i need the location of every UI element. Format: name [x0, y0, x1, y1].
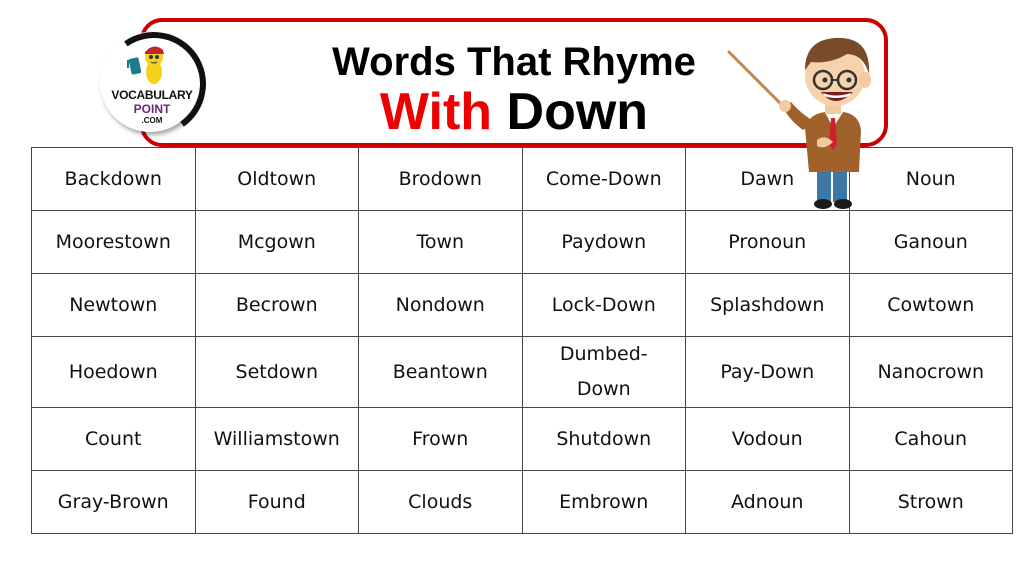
word-cell: Pronoun: [685, 210, 850, 274]
table-row: Newtown Becrown Nondown Lock-Down Splash…: [31, 273, 1013, 337]
word-cell: Count: [31, 407, 196, 471]
logo-text-com: .COM: [141, 116, 163, 125]
word-cell: Dumbed-Down: [521, 336, 686, 408]
word-cell: Backdown: [31, 147, 196, 211]
word-cell: Embrown: [521, 470, 686, 534]
word-cell: Cowtown: [848, 273, 1013, 337]
word-cell: Town: [358, 210, 523, 274]
word-cell: Oldtown: [194, 147, 359, 211]
word-cell: Shutdown: [521, 407, 686, 471]
word-cell: Lock-Down: [521, 273, 686, 337]
word-cell: Paydown: [521, 210, 686, 274]
table-row: Gray-Brown Found Clouds Embrown Adnoun S…: [31, 470, 1013, 534]
word-cell: Adnoun: [685, 470, 850, 534]
word-cell: Brodown: [358, 147, 523, 211]
word-cell: Clouds: [358, 470, 523, 534]
table-row: Moorestown Mcgown Town Paydown Pronoun G…: [31, 210, 1013, 274]
word-cell: Vodoun: [685, 407, 850, 471]
table-row: Hoedown Setdown Beantown Dumbed-Down Pay…: [31, 336, 1013, 408]
word-cell: Splashdown: [685, 273, 850, 337]
word-cell: Williamstown: [194, 407, 359, 471]
teacher-with-pointer-icon: [727, 37, 871, 209]
word-cell: Frown: [358, 407, 523, 471]
word-cell: Moorestown: [31, 210, 196, 274]
word-cell: Pay-Down: [685, 336, 850, 408]
word-cell: Beantown: [358, 336, 523, 408]
word-cell: Nondown: [358, 273, 523, 337]
logo-mascot-icon: [127, 46, 164, 84]
word-cell: Hoedown: [31, 336, 196, 408]
word-cell: Come-Down: [521, 147, 686, 211]
word-cell: Setdown: [194, 336, 359, 408]
page-title-line1: Words That Rhyme: [332, 40, 696, 84]
word-cell: Cahoun: [848, 407, 1013, 471]
title-word-down: Down: [506, 83, 649, 141]
word-cell: Mcgown: [194, 210, 359, 274]
word-cell: Strown: [848, 470, 1013, 534]
table-row: Count Williamstown Frown Shutdown Vodoun…: [31, 407, 1013, 471]
word-cell: Becrown: [194, 273, 359, 337]
word-cell: Newtown: [31, 273, 196, 337]
vocabulary-point-logo: VOCABULARY POINT .COM: [93, 23, 215, 145]
word-cell: Ganoun: [848, 210, 1013, 274]
word-cell: Nanocrown: [848, 336, 1013, 408]
page-title-line2: With Down: [300, 83, 728, 141]
title-word-with: With: [379, 83, 493, 141]
word-cell: Found: [194, 470, 359, 534]
logo-text-vocabulary: VOCABULARY: [111, 88, 193, 102]
word-cell: Gray-Brown: [31, 470, 196, 534]
logo-text-point: POINT: [133, 102, 171, 116]
